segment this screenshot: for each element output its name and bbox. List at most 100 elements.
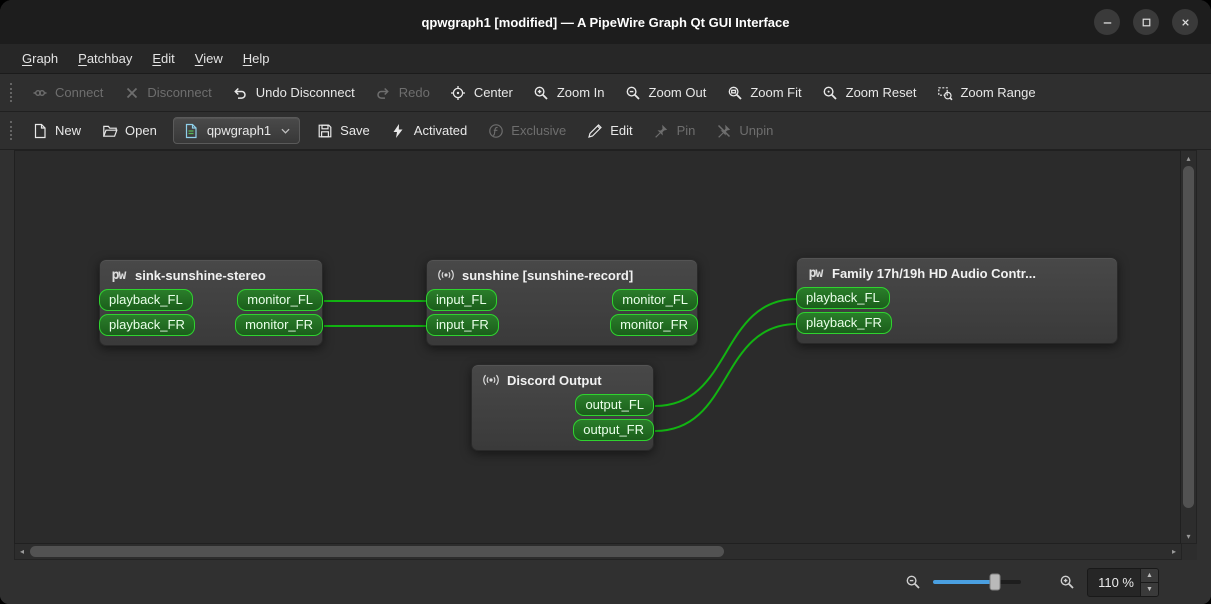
menu-item-patchbay[interactable]: Patchbay bbox=[69, 47, 141, 70]
toolbar-item-zoom-fit[interactable]: Zoom Fit bbox=[716, 78, 811, 107]
pin-icon bbox=[653, 122, 670, 139]
port-monitor_FR[interactable]: monitor_FR bbox=[235, 314, 323, 336]
vertical-scroll-thumb[interactable] bbox=[1183, 166, 1194, 509]
node-discord-output[interactable]: Discord Output output_FL output_FR bbox=[471, 364, 654, 451]
app-window: qpwgraph1 [modified] — A PipeWire Graph … bbox=[0, 0, 1211, 604]
port-playback_FR[interactable]: playback_FR bbox=[99, 314, 195, 336]
vertical-scroll-track[interactable] bbox=[1181, 165, 1196, 529]
port-monitor_FR[interactable]: monitor_FR bbox=[610, 314, 698, 336]
zoom-in-small-icon[interactable] bbox=[1059, 574, 1075, 590]
zoom-fit-icon bbox=[726, 84, 743, 101]
port-input_FL[interactable]: input_FL bbox=[426, 289, 497, 311]
toolbar-item-center[interactable]: Center bbox=[440, 78, 523, 107]
zoom-reset-icon bbox=[822, 84, 839, 101]
menu-item-help[interactable]: Help bbox=[234, 47, 279, 70]
toolbar-item-zoom-reset[interactable]: Zoom Reset bbox=[812, 78, 927, 107]
zoom-out-icon bbox=[625, 84, 642, 101]
toolbar-item-undo-disconnect[interactable]: Undo Disconnect bbox=[222, 78, 365, 107]
spin-arrows: ▲ ▼ bbox=[1140, 568, 1158, 596]
exclusive-icon bbox=[487, 122, 504, 139]
toolbar-label: Center bbox=[473, 85, 513, 100]
record-icon bbox=[481, 372, 500, 388]
scroll-right-icon[interactable]: ▸ bbox=[1167, 544, 1181, 559]
zoom-in-icon bbox=[533, 84, 550, 101]
center-icon bbox=[450, 84, 467, 101]
toolbar-patchbay: New Open qpwgraph1 Save Activated Exclusive Ed… bbox=[0, 112, 1211, 150]
node-title: sunshine [sunshine-record] bbox=[462, 267, 634, 283]
toolbar-label: Undo Disconnect bbox=[255, 85, 355, 100]
toolbar-item-disconnect: Disconnect bbox=[113, 78, 221, 107]
toolbar-label: Edit bbox=[610, 123, 633, 138]
edges-layer bbox=[323, 298, 798, 432]
close-button[interactable] bbox=[1172, 9, 1198, 35]
horizontal-scroll-track[interactable] bbox=[29, 544, 1167, 559]
toolbar-item-open[interactable]: Open bbox=[91, 116, 167, 145]
connect-icon bbox=[31, 84, 48, 101]
toolbar-label: Zoom In bbox=[556, 85, 605, 100]
toolbar-label: Activated bbox=[413, 123, 468, 138]
node-family-hd-audio[interactable]: pw Family 17h/19h HD Audio Contr... playba… bbox=[796, 257, 1118, 344]
scroll-up-icon[interactable]: ▴ bbox=[1181, 151, 1196, 165]
statusbar: 110 % ▲ ▼ bbox=[14, 560, 1197, 604]
zoom-out-small-icon[interactable] bbox=[905, 574, 921, 590]
toolbar-item-activated[interactable]: Activated bbox=[380, 116, 477, 145]
titlebar[interactable]: qpwgraph1 [modified] — A PipeWire Graph … bbox=[0, 0, 1211, 44]
new-file-icon bbox=[31, 122, 48, 139]
unpin-icon bbox=[715, 122, 732, 139]
save-icon bbox=[316, 122, 333, 139]
maximize-button[interactable] bbox=[1133, 9, 1159, 35]
port-output_FR[interactable]: output_FR bbox=[573, 419, 654, 441]
toolbar-label: Disconnect bbox=[147, 85, 212, 100]
redo-icon bbox=[375, 84, 392, 101]
toolbar-item-pin: Pin bbox=[643, 116, 706, 145]
undo-icon bbox=[232, 84, 249, 101]
minimize-button[interactable] bbox=[1094, 9, 1120, 35]
toolbar-label: Pin bbox=[676, 123, 696, 138]
menu-item-edit[interactable]: Edit bbox=[143, 47, 183, 70]
record-icon bbox=[436, 267, 455, 283]
port-input_FR[interactable]: input_FR bbox=[426, 314, 499, 336]
toolbar-label: qpwgraph1 bbox=[206, 123, 272, 138]
window-title: qpwgraph1 [modified] — A PipeWire Graph … bbox=[421, 14, 790, 30]
horizontal-scrollbar[interactable]: ◂ ▸ bbox=[14, 544, 1182, 560]
toolbar-item-save[interactable]: Save bbox=[306, 116, 380, 145]
toolbar-label: Zoom Range bbox=[960, 85, 1036, 100]
menu-item-graph[interactable]: Graph bbox=[13, 47, 67, 70]
node-sunshine[interactable]: sunshine [sunshine-record] input_FL monito… bbox=[426, 259, 698, 346]
menubar: Graph Patchbay Edit View Help bbox=[0, 44, 1211, 74]
graph-canvas[interactable]: pw sink-sunshine-stereo playback_FL monitor… bbox=[14, 150, 1181, 544]
toolbar-item-zoom-in[interactable]: Zoom In bbox=[523, 78, 615, 107]
scroll-down-icon[interactable]: ▾ bbox=[1181, 529, 1196, 543]
spin-up-icon[interactable]: ▲ bbox=[1141, 568, 1158, 582]
port-monitor_FL[interactable]: monitor_FL bbox=[237, 289, 323, 311]
toolbar-item-zoom-out[interactable]: Zoom Out bbox=[615, 78, 717, 107]
node-sink-sunshine-stereo[interactable]: pw sink-sunshine-stereo playback_FL monitor… bbox=[99, 259, 323, 346]
zoom-slider-handle[interactable] bbox=[989, 573, 1001, 591]
port-playback_FL[interactable]: playback_FL bbox=[99, 289, 193, 311]
spin-down-icon[interactable]: ▼ bbox=[1141, 581, 1158, 596]
toolbar-handle[interactable] bbox=[10, 121, 12, 140]
toolbar-handle[interactable] bbox=[10, 83, 12, 102]
port-monitor_FL[interactable]: monitor_FL bbox=[612, 289, 698, 311]
menu-item-view[interactable]: View bbox=[186, 47, 232, 70]
horizontal-scroll-thumb[interactable] bbox=[30, 546, 725, 557]
port-output_FL[interactable]: output_FL bbox=[575, 394, 654, 416]
zoom-slider-fill bbox=[933, 580, 995, 584]
zoom-slider[interactable] bbox=[933, 573, 1021, 591]
toolbar-item-zoom-range[interactable]: Zoom Range bbox=[926, 78, 1045, 107]
vertical-scrollbar[interactable]: ▴ ▾ bbox=[1181, 150, 1197, 544]
port-playback_FR[interactable]: playback_FR bbox=[796, 312, 892, 334]
activated-icon bbox=[390, 122, 407, 139]
toolbar-label: Zoom Fit bbox=[750, 85, 802, 100]
toolbar-main: Connect Disconnect Undo Disconnect Redo Cent… bbox=[0, 74, 1211, 112]
toolbar-item-edit[interactable]: Edit bbox=[576, 116, 642, 145]
port-playback_FL[interactable]: playback_FL bbox=[796, 287, 890, 309]
toolbar-item-new[interactable]: New bbox=[21, 116, 91, 145]
disconnect-icon bbox=[123, 84, 140, 101]
toolbar-item-redo: Redo bbox=[365, 78, 440, 107]
zoom-spinbox[interactable]: 110 % ▲ ▼ bbox=[1087, 567, 1159, 597]
scroll-left-icon[interactable]: ◂ bbox=[15, 544, 29, 559]
patchbay-combo[interactable]: qpwgraph1 bbox=[172, 117, 301, 144]
zoom-value[interactable]: 110 % bbox=[1088, 569, 1140, 596]
node-title: Discord Output bbox=[507, 372, 602, 388]
